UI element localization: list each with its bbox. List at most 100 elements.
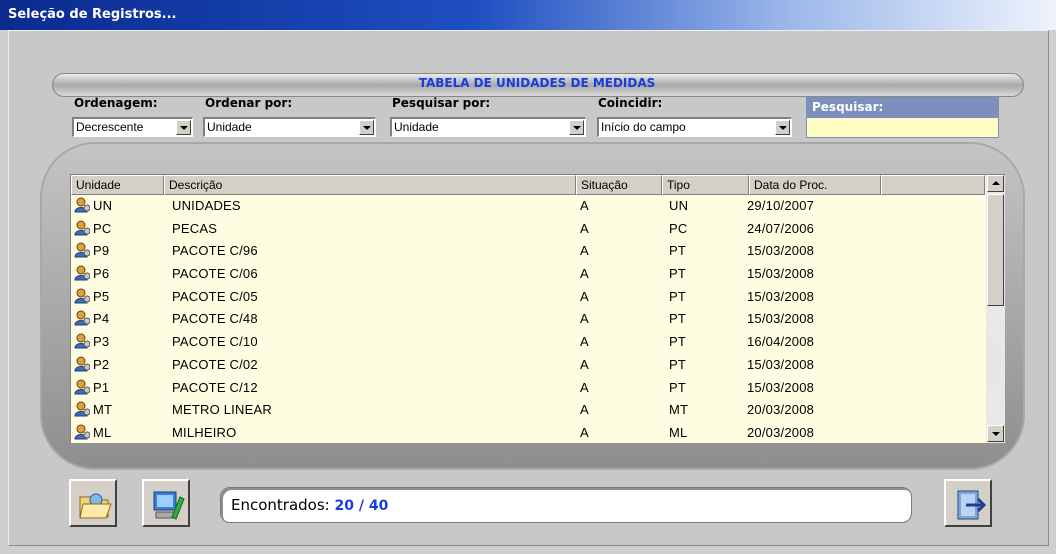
cell-descricao: PACOTE C/02 [172,356,258,372]
computer-edit-icon [153,491,185,520]
pesquisar-por-select[interactable]: Unidade [390,117,586,137]
cell-unidade: UN [93,198,113,213]
cell-data: 16/04/2008 [747,334,815,350]
cell-descricao: PACOTE C/12 [172,379,258,395]
cell-descricao: PACOTE C/96 [172,243,258,259]
column-header-empty [881,175,985,195]
ordenagem-label: Ordenagem: [74,96,158,110]
cell-situacao: A [580,198,589,213]
column-header-descricao[interactable]: Descrição [164,175,576,195]
cell-descricao: PACOTE C/05 [172,288,258,304]
cell-data: 15/03/2008 [747,243,815,259]
user-record-icon [74,197,90,213]
column-header-situacao[interactable]: Situação [576,175,662,195]
table-row[interactable]: MT METRO LINEAR A MT 20/03/2008 [71,399,985,422]
user-record-icon [74,265,90,281]
chevron-down-icon[interactable] [359,120,374,135]
open-folder-icon [79,493,112,519]
scroll-thumb[interactable] [987,194,1004,306]
user-record-icon [74,242,90,258]
cell-descricao: PACOTE C/10 [172,334,258,350]
ordenagem-select[interactable]: Decrescente [72,117,193,137]
cell-unidade: MT [93,402,113,418]
table-row[interactable]: ML MILHEIRO A ML 20/03/2008 [71,422,985,443]
column-header-data[interactable]: Data do Proc. [749,175,881,195]
user-record-icon [74,333,90,349]
table-row[interactable]: P1 PACOTE C/12 A PT 15/03/2008 [71,377,985,400]
records-grid[interactable]: Unidade Descrição Situação Tipo Data do … [70,174,1005,443]
cell-data: 20/03/2008 [747,424,815,440]
pesquisar-por-value: Unidade [394,120,439,134]
cell-situacao: A [580,311,589,327]
cell-situacao: A [580,288,589,304]
cell-unidade: P9 [93,243,110,259]
grid-header: Unidade Descrição Situação Tipo Data do … [71,175,985,195]
user-record-icon [74,401,90,417]
cell-data: 15/03/2008 [747,266,815,282]
cell-situacao: A [580,424,589,440]
edit-button[interactable] [142,479,190,527]
cell-unidade: P5 [93,288,110,304]
table-row[interactable]: PC PECAS A PC 24/07/2006 [71,218,985,241]
cell-tipo: ML [669,424,688,440]
pesquisar-label: Pesquisar: [806,97,999,117]
chevron-down-icon[interactable] [569,120,584,135]
column-header-tipo[interactable]: Tipo [662,175,749,195]
cell-data: 15/03/2008 [747,288,815,304]
cell-descricao: METRO LINEAR [172,402,272,418]
cell-tipo: PC [669,220,688,236]
ordenar-por-label: Ordenar por: [205,96,293,110]
cell-situacao: A [580,356,589,372]
table-row[interactable]: P9 PACOTE C/96 A PT 15/03/2008 [71,240,985,263]
cell-situacao: A [580,334,589,350]
table-row[interactable]: P3 PACOTE C/10 A PT 16/04/2008 [71,331,985,354]
user-record-icon [74,288,90,304]
exit-button[interactable] [944,479,992,527]
user-record-icon [74,220,90,236]
cell-tipo: PT [669,311,687,327]
cell-tipo: PT [669,288,687,304]
cell-data: 24/07/2006 [747,220,815,236]
scroll-down-button[interactable] [987,425,1004,442]
coincidir-select[interactable]: Início do campo [597,117,792,137]
table-row[interactable]: P4 PACOTE C/48 A PT 15/03/2008 [71,308,985,331]
chevron-down-icon[interactable] [775,120,790,135]
coincidir-label: Coincidir: [598,96,663,110]
cell-unidade: P1 [93,379,110,395]
cell-data: 15/03/2008 [747,379,815,395]
cell-data: 29/10/2007 [747,198,815,213]
scroll-up-button[interactable] [987,175,1004,192]
cell-descricao: PECAS [172,220,218,236]
table-row[interactable]: P6 PACOTE C/06 A PT 15/03/2008 [71,263,985,286]
cell-data: 15/03/2008 [747,356,815,372]
cell-unidade: P2 [93,356,110,372]
table-row[interactable]: UN UNIDADES A UN 29/10/2007 [71,195,985,218]
cell-situacao: A [580,402,589,418]
vertical-scrollbar[interactable] [986,175,1005,443]
column-header-unidade[interactable]: Unidade [71,175,164,195]
ordenagem-value: Decrescente [76,120,144,134]
found-count: 20 / 40 [334,498,389,514]
table-row[interactable]: P2 PACOTE C/02 A PT 15/03/2008 [71,354,985,377]
cell-unidade: P6 [93,266,110,282]
cell-tipo: PT [669,334,687,350]
search-input[interactable] [806,117,999,138]
cell-unidade: ML [93,424,112,440]
cell-tipo: PT [669,379,687,395]
cell-descricao: PACOTE C/48 [172,311,258,327]
open-button[interactable] [69,479,117,527]
user-record-icon [74,424,90,440]
cell-tipo: UN [669,198,689,213]
table-title: TABELA DE UNIDADES DE MEDIDAS [418,76,656,90]
exit-door-icon [957,490,987,520]
cell-unidade: PC [93,220,112,236]
cell-unidade: P3 [93,334,110,350]
chevron-down-icon[interactable] [176,120,191,135]
selection-window: Seleção de Registros... TABELA DE UNIDAD… [0,0,1056,554]
found-counter: Encontrados: 20 / 40 [220,487,912,523]
cell-tipo: PT [669,243,687,259]
table-row[interactable]: P5 PACOTE C/05 A PT 15/03/2008 [71,286,985,309]
ordenar-por-select[interactable]: Unidade [203,117,376,137]
pesquisar-por-label: Pesquisar por: [392,96,491,110]
cell-unidade: P4 [93,311,110,327]
